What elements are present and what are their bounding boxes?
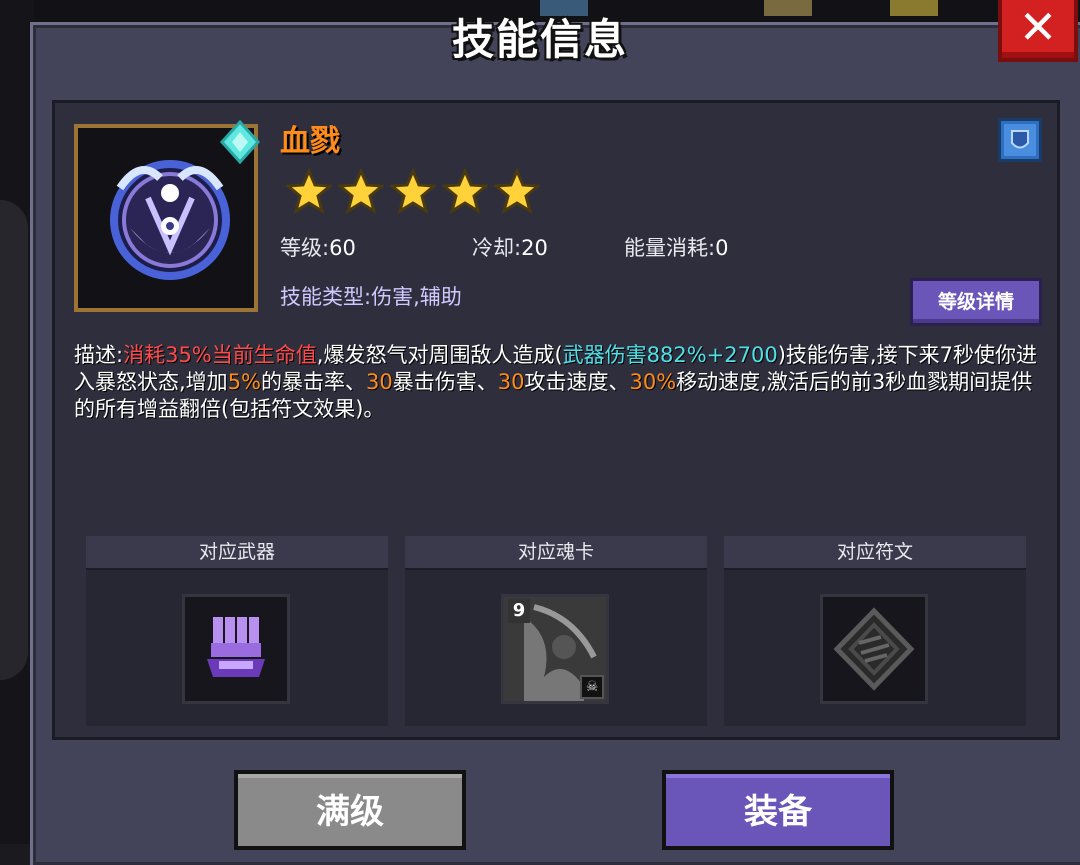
energy-label: 能量消耗: (624, 236, 716, 260)
description-text: 攻击速度、 (524, 370, 630, 394)
skill-icon (110, 160, 230, 280)
weapon-item[interactable] (182, 594, 290, 704)
crit-damage-text: 30 (366, 370, 393, 394)
skill-type-value: 伤害,辅助 (371, 285, 462, 309)
shield-button[interactable] (998, 118, 1042, 162)
soul-card-slot-title: 对应魂卡 (405, 536, 707, 570)
energy-value: 0 (715, 236, 729, 260)
rune-icon (833, 607, 915, 691)
cooldown-label: 冷却: (472, 236, 522, 260)
star-icon (494, 168, 540, 214)
star-icon (390, 168, 436, 214)
weapon-damage-text: 武器伤害882%+2700 (562, 343, 778, 367)
level-stat: 等级:60 (280, 232, 356, 262)
shield-icon (1004, 124, 1036, 156)
close-icon: ✕ (1018, 0, 1058, 54)
cooldown-stat: 冷却:20 (472, 232, 548, 262)
level-label: 等级: (280, 236, 330, 260)
skill-type-label: 技能类型: (280, 285, 372, 309)
cooldown-value: 20 (521, 236, 548, 260)
description-text: 暴击伤害、 (392, 370, 498, 394)
level-value: 60 (329, 236, 356, 260)
background-shape (0, 200, 28, 680)
star-icon (442, 168, 488, 214)
weapon-slot: 对应武器 (86, 536, 388, 726)
close-button[interactable]: ✕ (998, 0, 1078, 62)
gem-icon (219, 120, 261, 164)
skill-name: 血戮 (280, 124, 340, 159)
skull-icon: ☠ (580, 675, 604, 699)
rune-item[interactable] (820, 594, 928, 704)
description-text: 的暴击率、 (261, 370, 367, 394)
hp-cost-text: 消耗35%当前生命值 (123, 343, 317, 367)
attack-speed-text: 30 (497, 370, 525, 394)
dialog-title: 技能信息 (451, 15, 628, 64)
energy-stat: 能量消耗:0 (624, 232, 728, 262)
soul-card-slot: 对应魂卡 9 ☠ (405, 536, 707, 726)
rune-slot-title: 对应符文 (724, 536, 1026, 570)
gauntlet-icon (207, 617, 265, 677)
level-detail-button[interactable]: 等级详情 (910, 278, 1042, 326)
rune-slot: 对应符文 (724, 536, 1026, 726)
move-speed-text: 30% (629, 370, 677, 394)
star-icon (286, 168, 332, 214)
description-text: ,爆发怒气对周围敌人造成( (316, 343, 563, 367)
star-rating (286, 168, 540, 214)
card-level-badge: 9 (508, 599, 530, 623)
description-prefix: 描述: (74, 343, 124, 367)
equip-button[interactable]: 装备 (662, 770, 894, 850)
crit-rate-text: 5% (227, 370, 262, 394)
soul-card-item[interactable]: 9 ☠ (501, 594, 609, 704)
max-level-button[interactable]: 满级 (234, 770, 466, 850)
skill-type: 技能类型:伤害,辅助 (280, 281, 462, 311)
star-icon (338, 168, 384, 214)
weapon-slot-title: 对应武器 (86, 536, 388, 570)
skill-description: 描述:消耗35%当前生命值,爆发怒气对周围敌人造成(武器伤害882%+2700)… (74, 342, 1044, 423)
